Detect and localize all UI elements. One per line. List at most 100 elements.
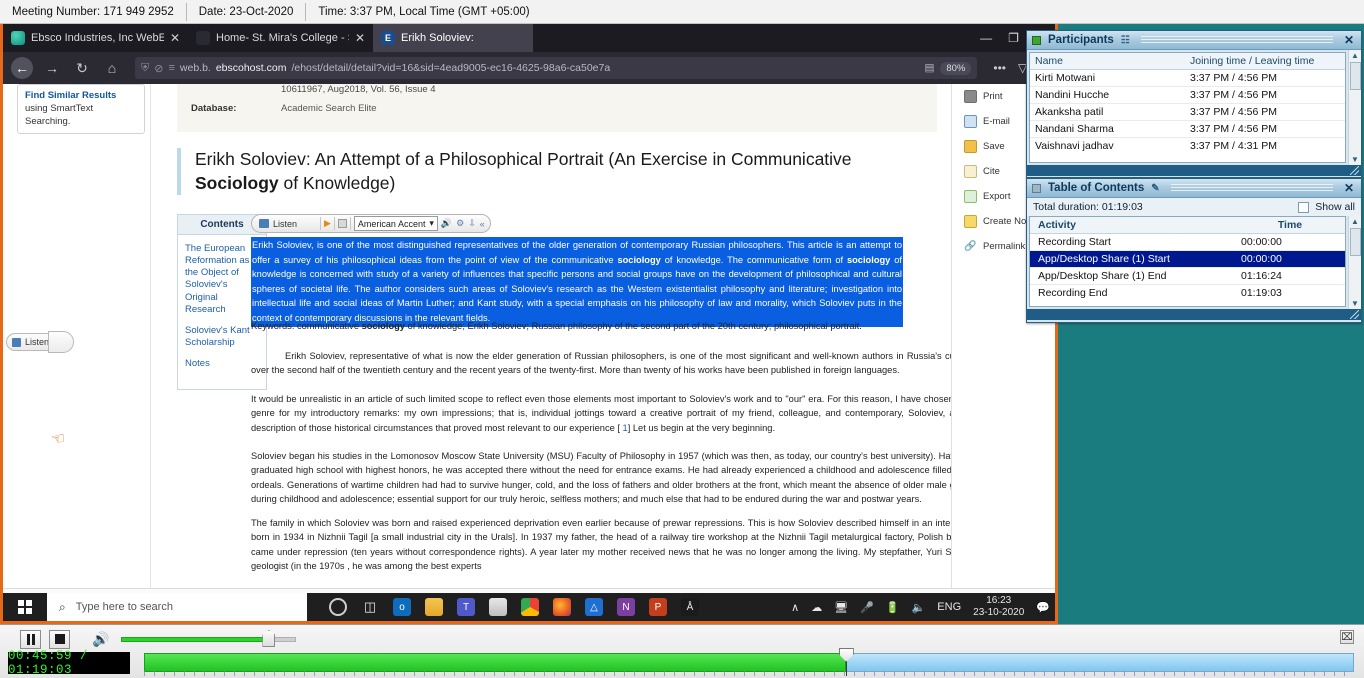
readspeaker-listen-button[interactable]: Listen <box>255 219 317 229</box>
toc-link-kant[interactable]: Soloviev's Kant Scholarship <box>185 325 259 349</box>
table-row[interactable]: Akanksha patil 3:37 PM / 4:56 PM <box>1030 104 1345 121</box>
home-icon[interactable]: ⌂ <box>101 57 123 79</box>
play-icon[interactable]: ▶ <box>324 218 331 229</box>
atom-icon[interactable]: △ <box>585 598 603 616</box>
volume-slider[interactable] <box>121 634 296 644</box>
tray-chevron-icon[interactable]: ∧ <box>791 601 799 614</box>
toc-header-row: Activity Time <box>1030 217 1345 234</box>
volume-icon[interactable]: 🔈 <box>912 601 926 614</box>
battery-icon[interactable]: 🔋 <box>886 601 900 614</box>
column-time: Time <box>1235 219 1345 231</box>
tab-stmira[interactable]: Home- St. Mira's College - ST M ✕ <box>188 24 373 52</box>
volume-icon[interactable]: 🔊 <box>441 218 452 229</box>
table-row[interactable]: Nandini Hucche 3:37 PM / 4:56 PM <box>1030 87 1345 104</box>
scroll-thumb[interactable] <box>1350 62 1361 90</box>
action-center-icon[interactable]: 💬 <box>1036 601 1050 614</box>
gear-icon[interactable]: ⚙ <box>456 218 464 229</box>
shield-icon[interactable]: ⛨ <box>141 62 149 75</box>
search-icon: ⌕ <box>59 600 66 615</box>
onedrive-icon[interactable]: ☁ <box>811 601 822 614</box>
scroll-down-icon[interactable]: ▼ <box>1351 299 1359 308</box>
seek-bar[interactable] <box>144 650 1354 676</box>
scroll-down-icon[interactable]: ▼ <box>1351 155 1359 164</box>
chevron-down-icon[interactable]: ▾ <box>429 218 434 229</box>
tab-webex[interactable]: Ebsco Industries, Inc WebEx En ✕ <box>3 24 188 52</box>
close-player-icon[interactable]: ⌧ <box>1340 630 1354 644</box>
zoom-level-badge[interactable]: 80% <box>940 62 971 75</box>
table-row[interactable]: Vaishnavi jadhav 3:37 PM / 4:31 PM <box>1030 138 1345 154</box>
player-controls: 🔊 ⌧ <box>0 625 1364 653</box>
table-row[interactable]: App/Desktop Share (1) End 01:16:24 <box>1030 268 1345 285</box>
show-all-checkbox[interactable] <box>1298 202 1309 213</box>
start-button[interactable] <box>3 593 47 621</box>
minimize-icon[interactable]: — <box>980 31 992 45</box>
drag-grip[interactable] <box>1171 184 1333 193</box>
abstract-highlighted-text[interactable]: Erikh Soloviev, is one of the most disti… <box>251 237 903 327</box>
collapse-icon[interactable]: « <box>480 219 485 229</box>
tab-ebsco-article[interactable]: E Erikh Soloviev: <box>373 24 533 52</box>
tracker-icon[interactable]: ⊘ <box>154 62 163 75</box>
acrobat-icon[interactable]: Å <box>681 598 699 616</box>
permissions-icon[interactable]: ≡ <box>168 62 174 74</box>
pause-icon <box>27 634 35 645</box>
scroll-up-icon[interactable]: ▲ <box>1351 51 1359 60</box>
speaker-icon <box>259 219 269 228</box>
pause-button[interactable] <box>20 630 41 649</box>
table-row-selected[interactable]: App/Desktop Share (1) Start 00:00:00 <box>1030 251 1345 268</box>
cortana-icon[interactable] <box>329 598 347 616</box>
powerpoint-icon[interactable]: P <box>649 598 667 616</box>
table-row[interactable]: Kirti Motwani 3:37 PM / 4:56 PM <box>1030 70 1345 87</box>
reader-mode-icon[interactable]: ▤ <box>924 62 934 74</box>
volume-speaker-icon[interactable]: 🔊 <box>92 631 109 648</box>
find-similar-results-box[interactable]: Find Similar Results using SmartText Sea… <box>17 84 145 134</box>
network-icon[interactable]: 🖥 <box>834 601 848 614</box>
firefox-icon[interactable] <box>553 598 571 616</box>
overflow-menu-icon[interactable]: ••• <box>993 61 1006 75</box>
toc-scrollbar[interactable]: ▲ ▼ <box>1348 216 1361 309</box>
language-indicator[interactable]: ENG <box>937 601 961 613</box>
taskbar-clock[interactable]: 16:23 23-10-2020 <box>973 595 1024 619</box>
back-icon[interactable]: ← <box>11 57 33 79</box>
panel-footer <box>1027 165 1361 176</box>
stop-button[interactable] <box>49 630 70 649</box>
maximize-icon[interactable]: ❐ <box>1008 31 1019 45</box>
find-similar-title[interactable]: Find Similar Results <box>25 90 137 103</box>
taskbar-search-input[interactable]: ⌕ Type here to search <box>47 593 307 621</box>
file-explorer-icon[interactable] <box>425 598 443 616</box>
microphone-icon[interactable]: 🎤 <box>860 601 874 614</box>
close-icon[interactable]: ✕ <box>355 32 365 44</box>
grid-menu-icon[interactable]: ☷ <box>1121 35 1130 46</box>
resize-grip[interactable] <box>1350 166 1359 175</box>
accent-select[interactable]: American Accent ▾ <box>354 216 438 231</box>
system-tray: ∧ ☁ 🖥 🎤 🔋 🔈 ENG 16:23 23-10-2020 💬 <box>791 595 1058 619</box>
listen-play-button-floating[interactable] <box>48 331 74 353</box>
drag-grip[interactable] <box>1141 36 1333 45</box>
outlook-icon[interactable]: o <box>393 598 411 616</box>
table-row[interactable]: Recording End 01:19:03 <box>1030 285 1345 301</box>
scroll-up-icon[interactable]: ▲ <box>1351 217 1359 226</box>
participants-scrollbar[interactable]: ▲ ▼ <box>1348 50 1361 165</box>
download-icon[interactable]: ⇩ <box>468 218 476 229</box>
paint-icon[interactable] <box>489 598 507 616</box>
chrome-icon[interactable] <box>521 598 539 616</box>
volume-knob[interactable] <box>262 630 275 647</box>
table-row[interactable]: Nandani Sharma 3:37 PM / 4:56 PM <box>1030 121 1345 138</box>
pointer-menu-icon[interactable]: ✎ <box>1151 183 1159 194</box>
address-bar[interactable]: ⛨ ⊘ ≡ web.b.ebscohost.com/ehost/detail/d… <box>135 57 977 79</box>
forward-icon[interactable]: → <box>41 57 63 79</box>
stop-icon[interactable] <box>338 219 347 228</box>
toc-link-notes[interactable]: Notes <box>185 358 259 370</box>
toc-link-reformation[interactable]: The European Reformation as the Object o… <box>185 243 259 316</box>
show-all-label[interactable]: Show all <box>1315 201 1355 213</box>
close-icon[interactable]: ✕ <box>1344 181 1356 195</box>
resize-grip[interactable] <box>1350 310 1359 319</box>
table-row[interactable]: Recording Start 00:00:00 <box>1030 234 1345 251</box>
close-icon[interactable]: ✕ <box>1344 33 1356 47</box>
scroll-thumb[interactable] <box>1350 228 1361 256</box>
task-view-icon[interactable]: ◫ <box>361 598 379 616</box>
teams-icon[interactable]: T <box>457 598 475 616</box>
webex-recording-player: Meeting Number: 171 949 2952 Date: 23-Oc… <box>0 0 1364 678</box>
reload-icon[interactable]: ↻ <box>71 57 93 79</box>
close-icon[interactable]: ✕ <box>170 32 180 44</box>
onenote-icon[interactable]: N <box>617 598 635 616</box>
